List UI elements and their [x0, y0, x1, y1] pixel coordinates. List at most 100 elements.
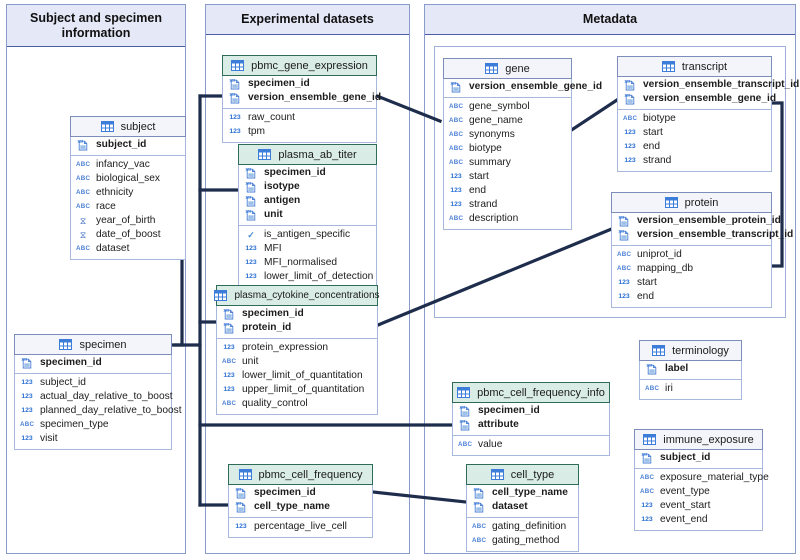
- field-label: specimen_id: [254, 486, 316, 498]
- entity-field-row: 123 visit: [15, 432, 171, 446]
- field-label: subject_id: [40, 376, 86, 388]
- entity-table-cell-type[interactable]: cell_type 123 cell_type_name 123 dataset AB…: [466, 464, 579, 552]
- date-icon: ⧖: [79, 215, 87, 226]
- entity-field-row: ABC race: [71, 200, 185, 214]
- field-label: planned_day_relative_to_boost: [40, 404, 182, 416]
- entity-field-row: ABC value: [453, 438, 609, 452]
- entity-table-terminology[interactable]: terminology 123 label ABC iri: [639, 340, 742, 400]
- field-label: iri: [665, 382, 673, 394]
- field-label: lower_limit_of_detection: [264, 270, 374, 282]
- num-icon: 123: [618, 292, 630, 300]
- svg-text:123: 123: [223, 309, 229, 313]
- field-label: dataset: [96, 242, 130, 254]
- abc-icon: ABC: [449, 214, 464, 222]
- key-icon: 123: [472, 501, 486, 513]
- svg-text:123: 123: [450, 82, 456, 86]
- entity-field-row: ABC event_type: [635, 485, 762, 499]
- entity-table-plasma-cytokine-concentrations[interactable]: plasma_cytokine_concentrations 123 specim…: [214, 285, 380, 415]
- wire-protein-cytokine: [375, 225, 617, 328]
- entity-table-gene[interactable]: gene 123 version_ensemble_gene_id ABC gene…: [443, 58, 602, 230]
- field-label: percentage_live_cell: [254, 520, 347, 532]
- entity-field-row: 123 start: [612, 276, 771, 290]
- entity-field-row: ✓ is_antigen_specific: [239, 228, 376, 242]
- entity-table-pbmc-cell-frequency-info[interactable]: pbmc_cell_frequency_info 123 specimen_id 1…: [452, 382, 610, 456]
- num-icon: 123: [450, 172, 462, 180]
- entity-name-plasma-ab-titer: plasma_ab_titer: [278, 148, 357, 161]
- entity-field-row: 123 event_start: [635, 499, 762, 513]
- entity-name-gene: gene: [505, 62, 530, 75]
- entity-table-subject[interactable]: subject 123 subject_id ABC infancy_vac ABC b…: [70, 116, 186, 260]
- key-icon: 123: [623, 79, 637, 91]
- entity-fields-pbmc-cell-frequency-info: ABC value: [453, 436, 609, 455]
- entity-field-row: 123 MFI_normalised: [239, 256, 376, 270]
- entity-field-row: ABC infancy_vac: [71, 158, 185, 172]
- entity-field-row: ABC dataset: [71, 242, 185, 256]
- field-label: label: [665, 362, 689, 374]
- entity-header-pbmc-cell-frequency: pbmc_cell_frequency: [228, 464, 373, 485]
- entity-field-row: 123 event_end: [635, 513, 762, 527]
- key-icon: 123: [244, 181, 258, 193]
- entity-key-row: 123 cell_type_name: [467, 486, 578, 500]
- entity-table-protein[interactable]: protein 123 version_ensemble_protein_id 12…: [611, 192, 793, 308]
- field-label: biotype: [643, 112, 676, 124]
- entity-name-specimen: specimen: [79, 338, 127, 351]
- field-label: version_ensemble_gene_id: [248, 91, 382, 103]
- table-icon: [457, 387, 471, 398]
- wire-cell-frequency-cell-type: [371, 490, 468, 504]
- table-icon: [258, 149, 272, 160]
- field-label: specimen_id: [40, 356, 102, 368]
- entity-keys-plasma-cytokine-concentrations: 123 specimen_id 123 protein_id: [217, 305, 377, 339]
- entity-header-protein: protein: [611, 192, 772, 213]
- field-label: gating_definition: [492, 520, 567, 532]
- field-label: specimen_id: [264, 166, 326, 178]
- entity-field-row: 123 protein_expression: [217, 341, 377, 355]
- entity-key-row: 123 version_ensemble_gene_id: [618, 92, 776, 106]
- entity-field-row: 123 end: [612, 290, 771, 304]
- svg-text:123: 123: [235, 488, 241, 492]
- svg-text:123: 123: [229, 79, 235, 83]
- field-label: race: [96, 200, 116, 212]
- entity-table-plasma-ab-titer[interactable]: plasma_ab_titer 123 specimen_id 123 isotype…: [238, 144, 377, 288]
- field-label: event_end: [660, 513, 708, 525]
- entity-field-row: 123 lower_limit_of_detection: [239, 270, 376, 284]
- abc-icon: ABC: [20, 420, 35, 428]
- entity-key-row: 123 specimen_id: [453, 404, 609, 418]
- wire-gene-transcript: [567, 97, 620, 134]
- field-label: end: [469, 184, 486, 196]
- entity-keys-terminology: 123 label: [640, 360, 741, 380]
- field-label: synonyms: [469, 128, 515, 140]
- entity-fields-cell-type: ABC gating_definition ABC gating_method: [467, 518, 578, 551]
- entity-table-pbmc-gene-expression[interactable]: pbmc_gene_expression 123 specimen_id 123 ve…: [222, 55, 381, 143]
- svg-text:123: 123: [624, 80, 630, 84]
- num-icon: 123: [223, 371, 235, 379]
- entity-field-row: ABC iri: [640, 382, 741, 396]
- field-label: subject_id: [96, 138, 147, 150]
- key-icon: 123: [458, 419, 472, 431]
- abc-icon: ABC: [222, 357, 237, 365]
- entity-table-specimen[interactable]: specimen 123 specimen_id 123 subject_id 123…: [14, 334, 182, 450]
- entity-table-immune-exposure[interactable]: immune_exposure 123 subject_id ABC exposur…: [634, 429, 769, 531]
- field-label: specimen_id: [478, 404, 540, 416]
- entity-key-row: 123 subject_id: [635, 451, 762, 465]
- field-label: infancy_vac: [96, 158, 150, 170]
- entity-table-transcript[interactable]: transcript 123 version_ensemble_transcrip…: [617, 56, 799, 172]
- field-label: ethnicity: [96, 186, 134, 198]
- entity-field-row: ⧖ year_of_birth: [71, 214, 185, 228]
- svg-text:123: 123: [245, 196, 251, 200]
- entity-header-transcript: transcript: [617, 56, 772, 77]
- field-label: lower_limit_of_quantitation: [242, 369, 363, 381]
- field-label: cell_type_name: [254, 500, 330, 512]
- field-label: mapping_db: [637, 262, 694, 274]
- key-icon: 123: [228, 92, 242, 104]
- field-label: start: [637, 276, 657, 288]
- entity-field-row: 123 start: [618, 126, 771, 140]
- field-label: year_of_birth: [96, 214, 156, 226]
- entity-table-pbmc-cell-frequency[interactable]: pbmc_cell_frequency 123 specimen_id 123 cel…: [228, 464, 373, 538]
- entity-field-row: 123 MFI: [239, 242, 376, 256]
- num-icon: 123: [245, 244, 257, 252]
- key-icon: 123: [244, 195, 258, 207]
- abc-icon: ABC: [449, 102, 464, 110]
- table-icon: [485, 63, 499, 74]
- entity-field-row: 123 strand: [444, 198, 571, 212]
- svg-text:123: 123: [618, 216, 624, 220]
